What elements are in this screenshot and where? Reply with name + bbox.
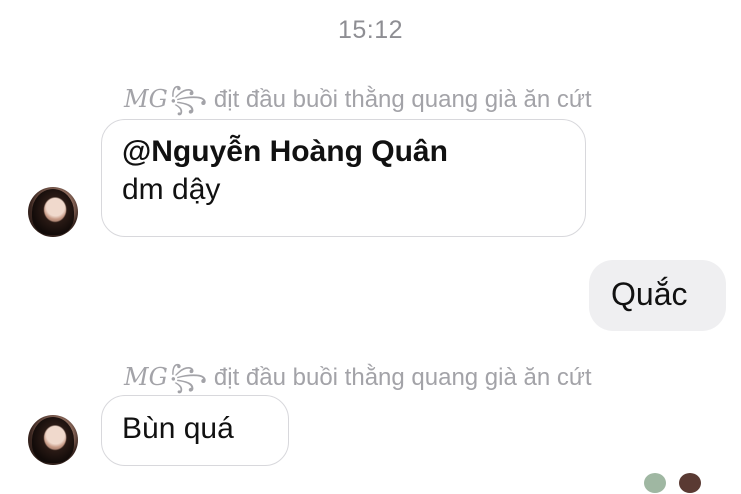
outgoing-message-bubble[interactable]: Quắc (589, 260, 726, 331)
sender-name-suffix: ꧂ địt đầu buồi thằng quang già ăn cứt (169, 364, 592, 391)
read-receipt-avatar (678, 472, 702, 494)
sender-name-prefix: MG (124, 363, 168, 391)
message-text: Bùn quá (122, 412, 234, 445)
read-receipt-avatar (643, 472, 667, 494)
message-text: dm dậy (122, 173, 221, 206)
sender-name-prefix: MG (124, 85, 168, 113)
chat-timestamp: 15:12 (337, 16, 404, 44)
message-text: Quắc (611, 276, 688, 312)
user-mention[interactable]: @Nguyễn Hoàng Quân (122, 135, 565, 169)
sender-avatar[interactable] (28, 187, 78, 237)
incoming-message-bubble[interactable]: @Nguyễn Hoàng Quân dm dậy (101, 119, 586, 237)
incoming-message-bubble[interactable]: Bùn quá (101, 395, 289, 466)
sender-avatar[interactable] (28, 415, 78, 465)
sender-name-suffix: ꧂ địt đầu buồi thằng quang già ăn cứt (169, 86, 592, 113)
avatar-hair (32, 417, 74, 463)
avatar-hair (32, 189, 74, 235)
